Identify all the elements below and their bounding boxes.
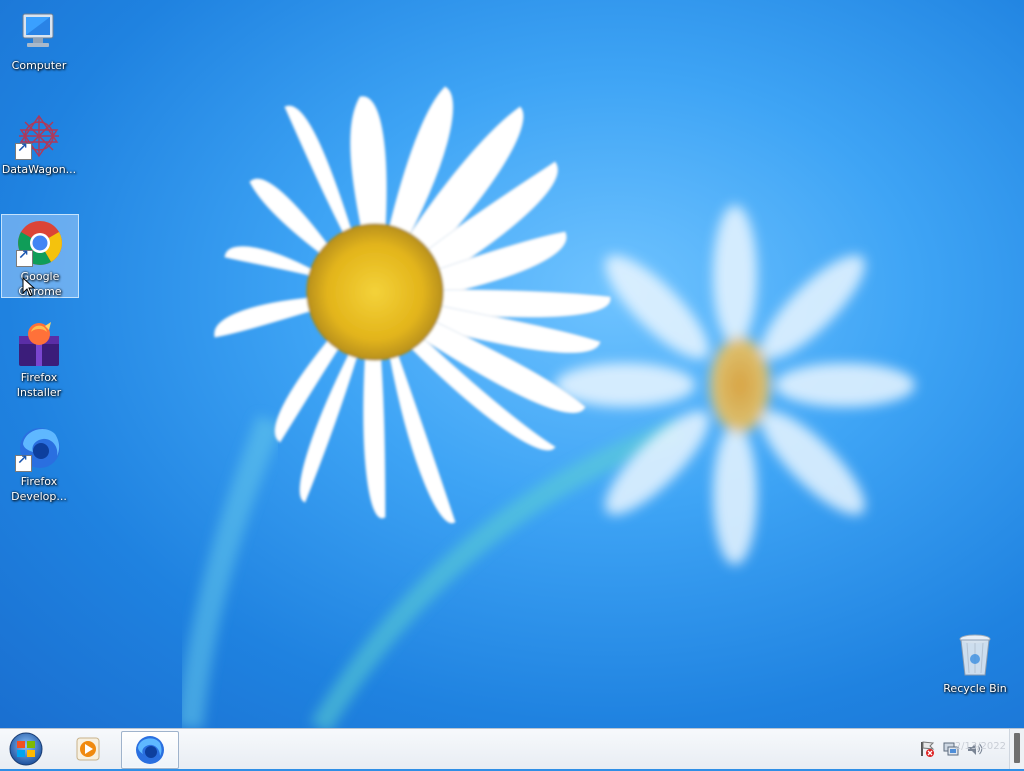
taskbar: 2/13/2022 <box>0 728 1024 769</box>
action-center-flag-icon[interactable] <box>918 740 936 758</box>
clock[interactable]: 2/13/2022 <box>955 741 1006 752</box>
desktop-icon-label: Firefox Installer <box>16 371 62 399</box>
firefox-taskbar-icon <box>136 736 164 764</box>
taskbar-firefox[interactable] <box>121 731 179 769</box>
desktop-icon-firefox-developer[interactable]: Firefox Develop... <box>1 420 77 504</box>
desktop-icon-label: Google Chrome <box>18 270 62 298</box>
datawagon-icon <box>15 112 63 160</box>
desktop-icon-firefox-installer[interactable]: Firefox Installer <box>1 316 77 400</box>
show-desktop-button[interactable] <box>1009 729 1024 769</box>
windows-start-icon <box>9 732 43 766</box>
recycle-bin-icon <box>951 631 999 679</box>
start-button[interactable] <box>4 731 48 767</box>
chrome-icon <box>16 219 64 267</box>
computer-icon <box>15 8 63 56</box>
mouse-cursor-icon <box>22 276 36 297</box>
desktop-icon-label: Recycle Bin <box>943 682 1007 695</box>
desktop-wallpaper <box>0 0 1024 728</box>
desktop-icon-datawagon[interactable]: DataWagon... <box>1 108 77 177</box>
desktop-icon-recycle-bin[interactable]: Recycle Bin <box>937 627 1013 696</box>
taskbar-media-player[interactable] <box>60 731 116 767</box>
firefox-developer-icon <box>15 424 63 472</box>
shortcut-arrow-icon <box>15 141 32 160</box>
media-player-icon <box>76 737 100 761</box>
firefox-installer-icon <box>15 320 63 368</box>
desktop-icon-label: DataWagon... <box>1 163 77 176</box>
desktop-icon-google-chrome[interactable]: Google Chrome <box>1 214 79 298</box>
shortcut-arrow-icon <box>16 248 33 267</box>
desktop-icon-label: Computer <box>11 59 67 72</box>
desktop-icon-computer[interactable]: Computer <box>1 4 77 73</box>
shortcut-arrow-icon <box>15 453 32 472</box>
desktop-icon-label: Firefox Develop... <box>11 475 67 503</box>
